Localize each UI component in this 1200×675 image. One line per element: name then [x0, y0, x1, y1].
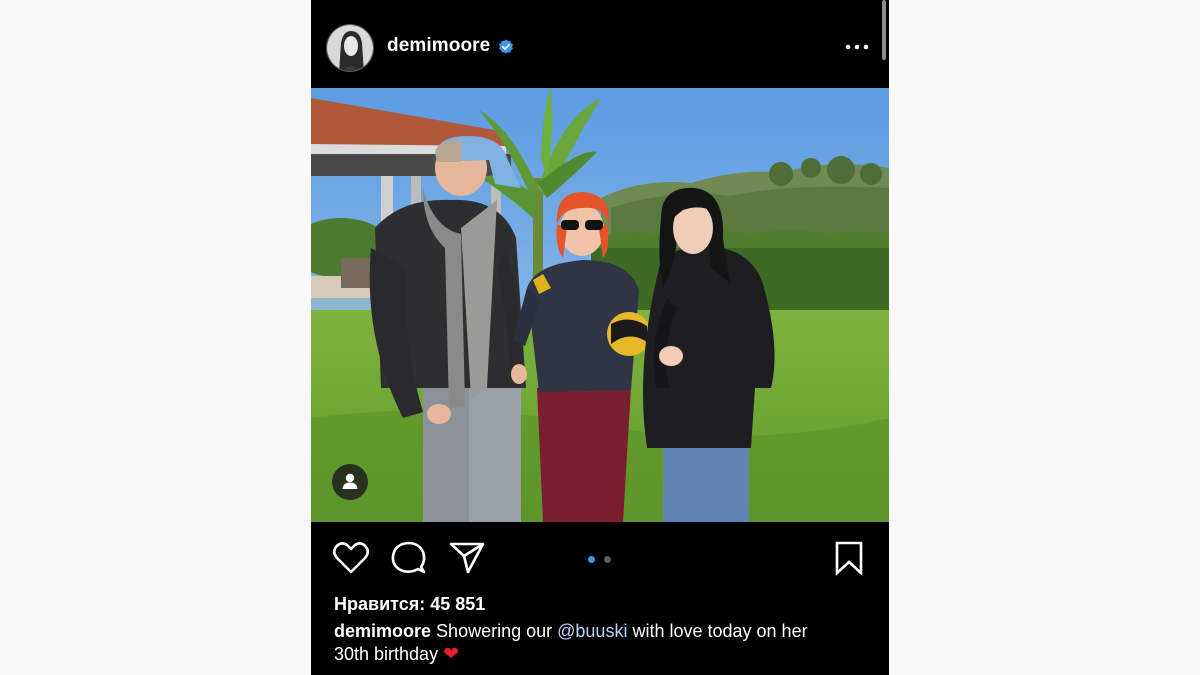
user-tag-icon [342, 473, 358, 489]
avatar[interactable] [326, 24, 374, 72]
post-username[interactable]: demimoore [387, 35, 490, 57]
carousel-indicator [588, 550, 616, 568]
caption-text: 30th birthday [334, 644, 439, 664]
send-icon[interactable] [447, 540, 487, 576]
caption-username[interactable]: demimoore [334, 621, 431, 641]
comment-icon[interactable] [389, 540, 429, 576]
instagram-post: demimoore Нравится: 45 851 demimoore Sho… [311, 0, 889, 675]
caption-text: Showering our [436, 621, 553, 641]
post-photo[interactable] [311, 88, 889, 522]
carousel-dot-active [588, 556, 595, 563]
heart-emoji-icon: ❤ [443, 644, 460, 665]
tagged-users-button[interactable] [332, 464, 368, 500]
caption-text: with love today on her [632, 621, 808, 641]
post-caption: demimoore Showering our @buuski with lov… [334, 620, 874, 666]
caption-mention[interactable]: @buuski [557, 621, 627, 641]
verified-badge-icon [498, 39, 514, 55]
bookmark-icon[interactable] [829, 540, 869, 576]
action-bar [311, 522, 889, 592]
more-options-icon[interactable] [844, 35, 870, 59]
post-header: demimoore [311, 0, 889, 88]
likes-count[interactable]: Нравится: 45 851 [334, 594, 485, 615]
carousel-dot [604, 556, 612, 563]
heart-icon[interactable] [331, 540, 371, 576]
